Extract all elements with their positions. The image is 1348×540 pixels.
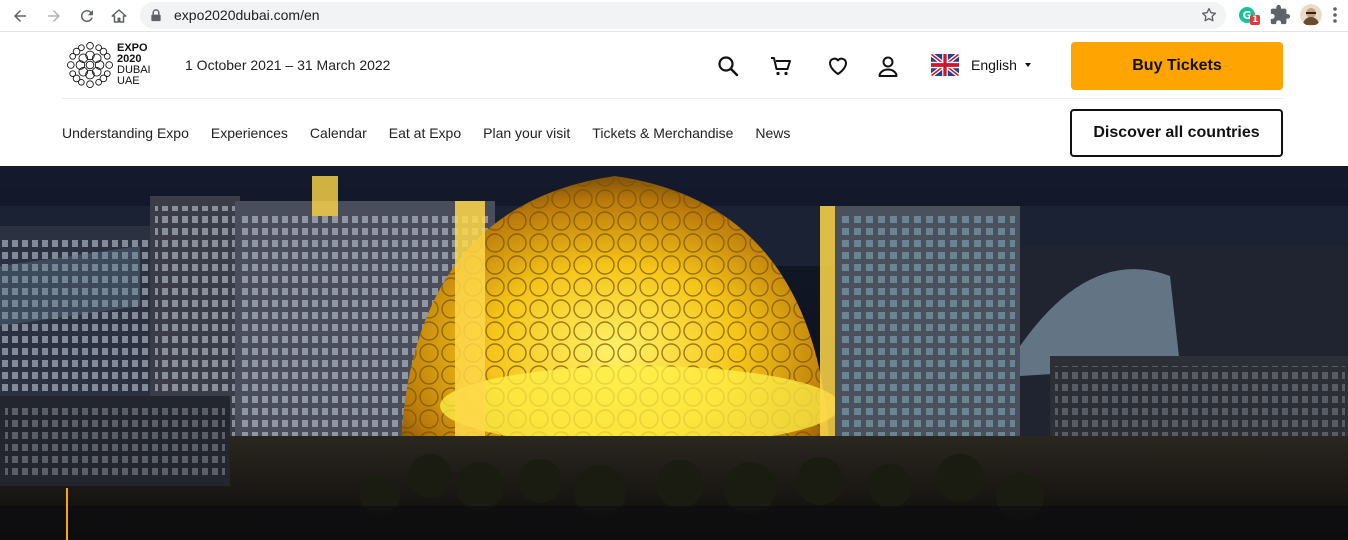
home-icon	[111, 9, 127, 23]
puzzle-icon	[1270, 4, 1291, 25]
arrow-right-icon	[48, 10, 60, 22]
arrow-left-icon	[14, 10, 26, 22]
forward-button[interactable]	[42, 4, 66, 28]
discover-countries-button[interactable]: Discover all countries	[1070, 109, 1283, 157]
profile-avatar[interactable]	[1300, 4, 1322, 26]
site-header: EXPO 2020 DUBAI UAE 1 October 2021 – 31 …	[0, 32, 1348, 166]
home-button[interactable]	[107, 4, 131, 28]
event-dates: 1 October 2021 – 31 March 2022	[185, 57, 391, 73]
menu-item-eat-at-expo[interactable]: Eat at Expo	[389, 125, 461, 141]
user-icon[interactable]	[876, 54, 900, 78]
url-text: expo2020dubai.com/en	[174, 7, 320, 23]
caret-down-icon[interactable]	[1025, 63, 1031, 67]
hero-slide-progress	[66, 488, 68, 540]
extension-badge: 1	[1252, 15, 1259, 25]
lock-icon	[151, 9, 161, 22]
extensions-button[interactable]	[1269, 4, 1291, 26]
back-button[interactable]	[8, 4, 32, 28]
more-vertical-icon	[1333, 7, 1337, 23]
star-icon[interactable]	[1200, 6, 1218, 24]
menu-item-plan-your-visit[interactable]: Plan your visit	[483, 125, 570, 141]
language-selector[interactable]: English	[971, 57, 1017, 73]
grammarly-extension[interactable]: G 1	[1238, 4, 1260, 26]
logo-line: UAE	[117, 75, 140, 87]
header-divider	[62, 98, 1284, 99]
search-icon[interactable]	[716, 54, 740, 78]
hero-night-photo	[0, 166, 1348, 540]
uk-flag-icon[interactable]	[931, 54, 959, 76]
heart-icon[interactable]	[826, 54, 850, 78]
hero-image	[0, 166, 1348, 540]
browser-menu-button[interactable]	[1330, 4, 1340, 26]
logo-wordmark[interactable]: EXPO 2020 DUBAI UAE	[117, 43, 151, 87]
menu-item-tickets-merchandise[interactable]: Tickets & Merchandise	[592, 125, 733, 141]
reload-icon	[80, 10, 93, 23]
browser-toolbar: expo2020dubai.com/en G 1	[0, 0, 1348, 32]
menu-item-understanding-expo[interactable]: Understanding Expo	[62, 125, 189, 141]
expo-logo-icon[interactable]	[66, 41, 114, 89]
reload-button[interactable]	[75, 4, 99, 28]
cart-icon[interactable]	[769, 54, 793, 78]
menu-item-experiences[interactable]: Experiences	[211, 125, 288, 141]
buy-tickets-button[interactable]: Buy Tickets	[1071, 42, 1283, 90]
menu-item-calendar[interactable]: Calendar	[310, 125, 367, 141]
avatar-icon	[1300, 4, 1322, 26]
address-bar[interactable]: expo2020dubai.com/en	[140, 2, 1226, 29]
main-menu: Understanding Expo Experiences Calendar …	[62, 125, 790, 141]
menu-item-news[interactable]: News	[755, 125, 790, 141]
